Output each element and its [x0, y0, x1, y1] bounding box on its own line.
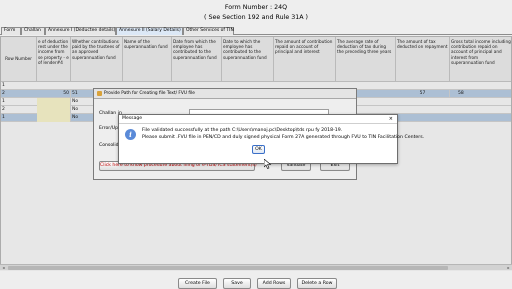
form-title: Form Number : 24Q	[224, 4, 288, 11]
message-line-1: File validated successfully at the path …	[142, 128, 343, 133]
message-line-2: Please submit .FVU file in PEN/CD and du…	[142, 135, 425, 140]
form-subtitle: ( See Section 192 and Rule 31A )	[204, 14, 308, 21]
add-rows-button[interactable]: Add Rows	[257, 278, 291, 289]
tab-annexure-2[interactable]: Annexure II (Salary Details)	[116, 27, 183, 35]
save-button[interactable]: Save	[223, 278, 251, 289]
dialog-title: Provide Path for Creating file Text/ FVU…	[104, 91, 195, 96]
ok-button[interactable]: OK	[252, 145, 265, 154]
tab-challan[interactable]: Challan	[21, 27, 45, 35]
tab-annexure-1[interactable]: Annexure I (Deductee details)	[45, 27, 116, 35]
tab-form[interactable]: Form	[1, 27, 21, 35]
consolidated-label: Consolid	[99, 143, 119, 148]
dialog-titlebar: Provide Path for Creating file Text/ FVU…	[94, 89, 356, 99]
create-file-button[interactable]: Create File	[178, 278, 217, 289]
tab-bar: Form Challan Annexure I (Deductee detail…	[0, 26, 512, 35]
message-title: Message	[122, 116, 143, 121]
form-header: Form Number : 24Q ( See Section 192 and …	[0, 0, 512, 26]
info-icon: i	[125, 129, 136, 140]
tab-other-services[interactable]: Other Services of TIN	[183, 27, 234, 35]
mouse-cursor-icon	[264, 159, 272, 169]
message-dialog: Message × i File validated successfully …	[118, 114, 424, 169]
app-icon	[97, 91, 102, 96]
close-icon[interactable]: ×	[389, 115, 393, 123]
bottom-toolbar: Create File Save Add Rows Delete a Row	[0, 271, 512, 289]
message-titlebar: Message ×	[119, 115, 397, 124]
delete-row-button[interactable]: Delete a Row	[297, 278, 337, 289]
